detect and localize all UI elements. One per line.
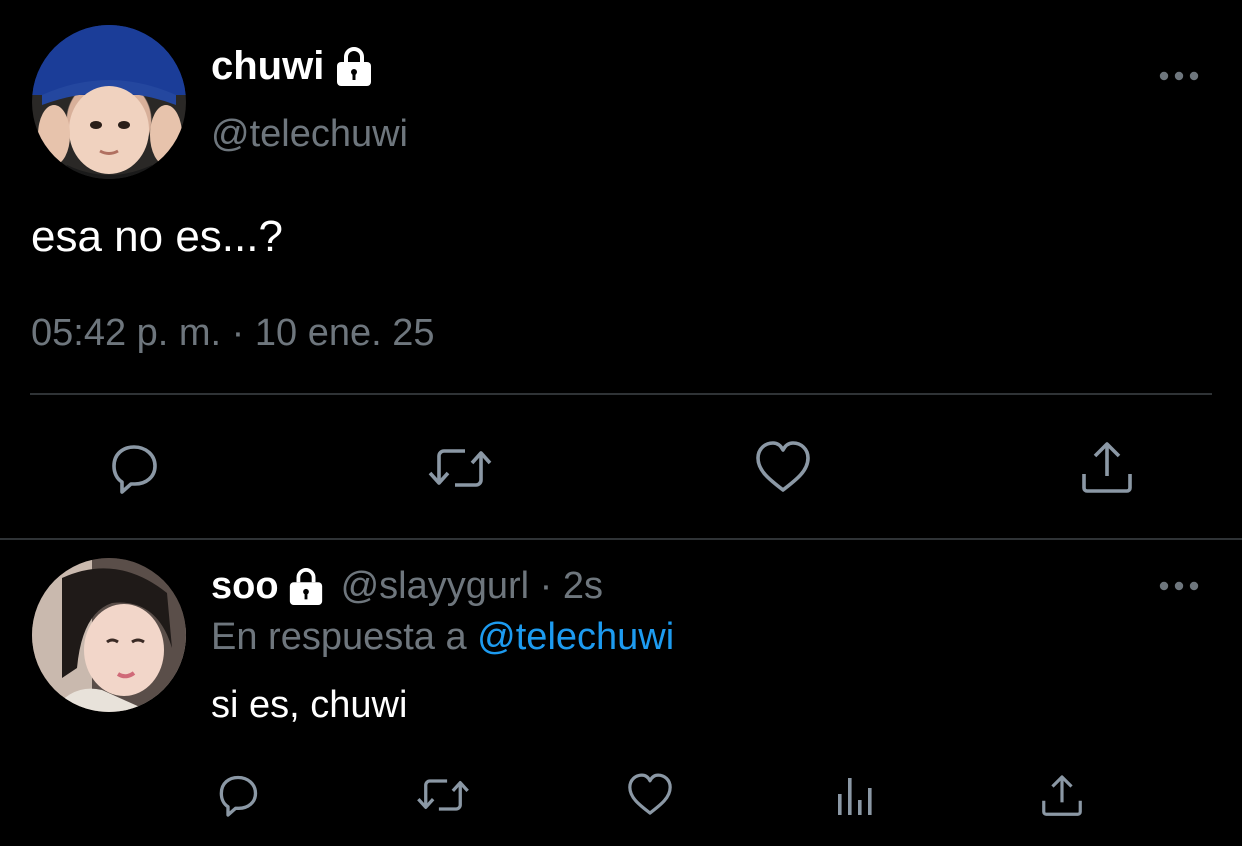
- retweet-icon: [417, 779, 469, 811]
- like-icon: [756, 441, 810, 492]
- analytics-button[interactable]: [834, 772, 878, 818]
- more-horizontal-icon[interactable]: [1159, 69, 1199, 81]
- tweet-text: esa no es...?: [31, 212, 283, 261]
- more-horizontal-icon[interactable]: [1159, 579, 1199, 591]
- tweet-timestamp[interactable]: 05:42 p. m. · 10 ene. 25: [31, 312, 435, 355]
- avatar[interactable]: [32, 25, 186, 179]
- reply-prefix: En respuesta a: [211, 616, 467, 658]
- like-button[interactable]: [752, 438, 814, 496]
- reply-mention-link[interactable]: @telechuwi: [477, 616, 674, 658]
- reply-header: soo @slayygurl · 2s: [211, 565, 603, 608]
- like-icon: [628, 773, 672, 815]
- replying-to: En respuesta a @telechuwi: [211, 616, 674, 659]
- retweet-button[interactable]: [414, 772, 472, 818]
- display-name[interactable]: soo: [211, 565, 325, 608]
- retweet-icon: [428, 449, 492, 487]
- share-icon: [1042, 775, 1082, 816]
- divider: [0, 538, 1242, 540]
- analytics-icon: [838, 778, 872, 815]
- display-name-text[interactable]: soo: [211, 565, 279, 608]
- divider: [30, 393, 1212, 395]
- tweet-detail-page: chuwi @telechuwi esa no es...? 05:42 p. …: [0, 0, 1242, 846]
- display-name-text[interactable]: chuwi: [211, 44, 324, 89]
- share-button[interactable]: [1039, 772, 1085, 820]
- handle[interactable]: @telechuwi: [211, 113, 408, 156]
- lock-icon: [287, 567, 325, 607]
- reply-icon: [112, 445, 157, 494]
- share-icon: [1082, 442, 1132, 493]
- share-button[interactable]: [1078, 438, 1136, 498]
- avatar[interactable]: [32, 558, 186, 712]
- tweet-text: si es, chuwi: [211, 684, 408, 726]
- display-name[interactable]: chuwi: [211, 44, 374, 89]
- handle-and-time[interactable]: @slayygurl · 2s: [341, 565, 603, 608]
- lock-icon: [334, 46, 374, 88]
- reply-button[interactable]: [104, 438, 164, 498]
- reply-button[interactable]: [213, 770, 263, 820]
- reply-icon: [219, 775, 258, 817]
- retweet-button[interactable]: [425, 440, 495, 496]
- like-button[interactable]: [625, 770, 675, 818]
